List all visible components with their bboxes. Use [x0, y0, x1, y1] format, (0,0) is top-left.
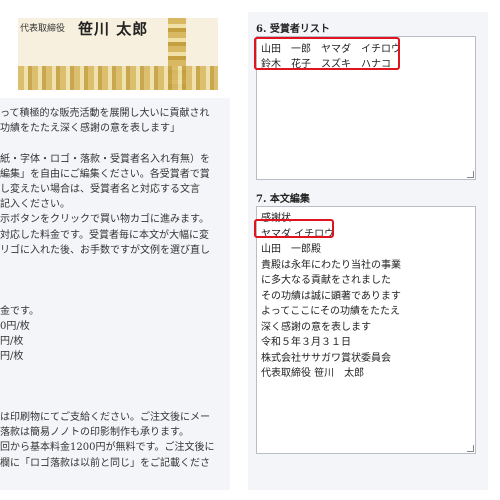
certificate-preview: 代表取締役 笹川 太郎 — [18, 18, 218, 90]
winners-highlight-box — [254, 37, 400, 70]
body-textarea[interactable]: 感謝状 ヤマダ イチロウ 山田 一郎殿 貴殿は永年にわたり当社の事業 に多大なる貢献をさ… — [256, 206, 476, 454]
instruction-line: 金です。 — [0, 305, 39, 317]
instruction-line: 落款は簡易ノノトの印影制作も承ります。 — [0, 427, 189, 439]
instruction-line: 円/枚 — [0, 336, 24, 347]
certificate-signer-name: 笹川 太郎 — [78, 20, 149, 38]
instruction-line: 0円/枚 — [0, 320, 30, 332]
instruction-line: って積極的な販売活動を展開し大いに貢献され — [0, 108, 210, 119]
instruction-line: 示ボタンをクリックで買い物カゴに進みます。 — [0, 214, 209, 226]
certificate-gold-border — [18, 66, 218, 90]
winners-section-label: 6. 受賞者リスト — [256, 24, 330, 35]
instruction-line: 円/枚 — [0, 351, 24, 363]
instruction-line: リゴに入れた後、お手数ですが文例を選び直し — [0, 244, 210, 256]
body-line: 山田 一郎殿 — [261, 244, 321, 255]
instruction-line: 回から基本料金1200円が無料です。ご注文後に — [0, 442, 215, 454]
instruction-line: は印刷物にてご支給ください。ご注文後にメー — [0, 412, 210, 423]
instruction-line: 記入ください。 — [0, 199, 70, 211]
body-line: 深く感謝の意を表します — [261, 321, 371, 333]
body-line: 貴殿は永年にわたり当社の事業 — [261, 259, 401, 271]
instruction-line: 紙・字体・ロゴ・落款・受賞者名入れ有無）を — [0, 153, 210, 165]
resize-handle-icon[interactable] — [467, 445, 474, 452]
instructions-panel: って積極的な販売活動を展開し大いに貢献され 功績をたたえ深く感謝の意を表します」紙… — [0, 98, 230, 490]
body-line: に多大なる貢献をされました — [261, 275, 391, 286]
body-line: その功績は誠に顕著であります — [261, 290, 401, 302]
instruction-line: 対応した料金です。受賞者毎に本文が大幅に変 — [0, 229, 209, 241]
reading-highlight-box — [254, 219, 334, 238]
instruction-line: 編集」を自由にご編集ください。各受賞者で賞 — [0, 168, 210, 180]
resize-handle-icon[interactable] — [467, 171, 474, 178]
body-line: よってここにその功績をたたえ — [261, 306, 400, 317]
certificate-title-line: 代表取締役 — [20, 24, 66, 34]
body-line: 代表取締役 笹川 太郎 — [261, 368, 365, 379]
instruction-line: 功績をたたえ深く感謝の意を表します」 — [0, 123, 180, 135]
body-section-label: 7. 本文編集 — [256, 194, 310, 205]
body-line: 株式会社ササガワ賞状委員会 — [261, 352, 391, 364]
body-line: 令和５年３月３１日 — [261, 337, 351, 348]
instruction-line: し変えたい場合は、受賞者名と対応する文言 — [0, 184, 200, 195]
instruction-line: 欄に「ロゴ落款は以前と同じ」をご記載くださ — [0, 457, 210, 469]
